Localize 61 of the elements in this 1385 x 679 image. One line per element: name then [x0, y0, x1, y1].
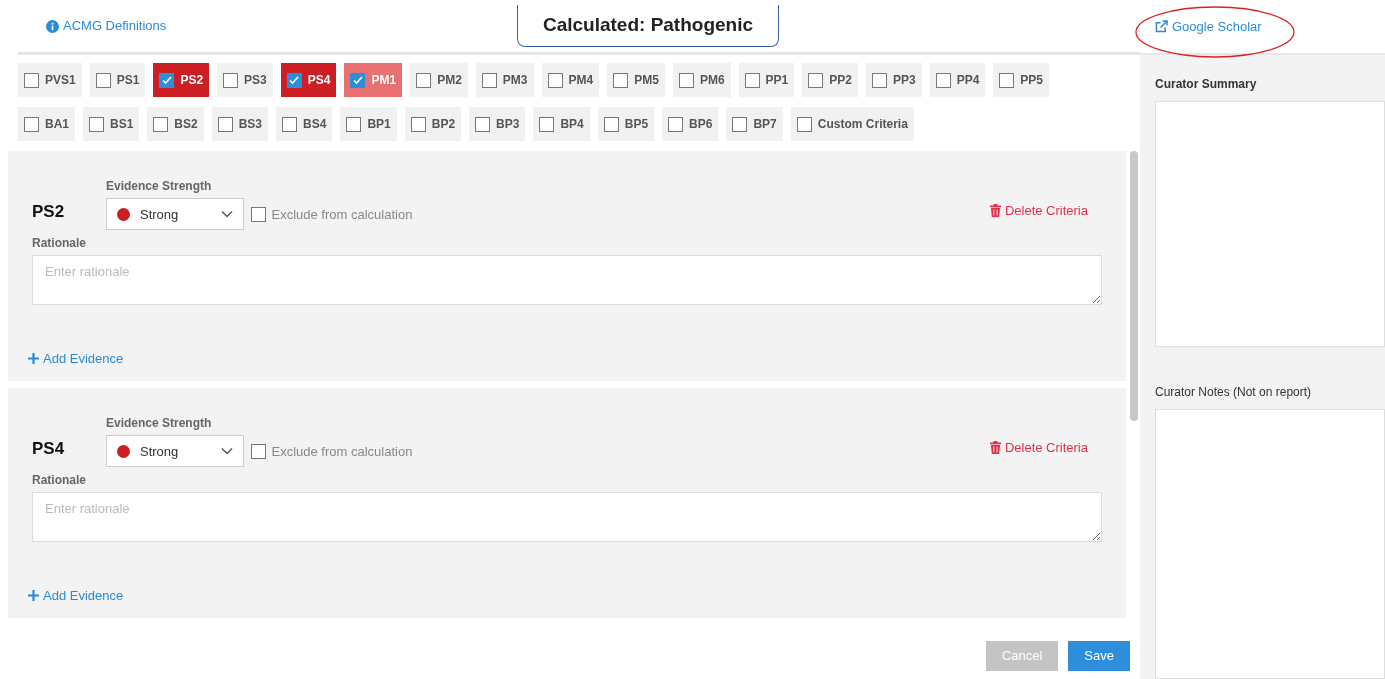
chevron-down-icon [221, 447, 233, 456]
criterion-checkbox[interactable]: PM6 [672, 63, 731, 97]
criterion-checkbox[interactable]: Custom Criteria [790, 107, 914, 141]
info-icon [46, 19, 59, 33]
checkmark-icon [288, 74, 301, 86]
curator-summary-label: Curator Summary [1154, 76, 1258, 93]
criterion-checkbox[interactable]: PS4 [280, 63, 337, 97]
add-evidence-link[interactable]: Add Evidence [28, 348, 124, 369]
criterion-checkbox[interactable]: BP4 [533, 107, 590, 141]
chevron-down-icon [221, 210, 233, 219]
curator-notes-label: Curator Notes (Not on report) [1154, 384, 1313, 401]
criterion-checkbox[interactable]: BP2 [404, 107, 462, 141]
criterion-checkbox[interactable]: PM4 [541, 63, 600, 97]
criterion-checkbox[interactable]: PP1 [738, 63, 795, 97]
checkmark-icon [160, 74, 173, 86]
plus-icon [28, 353, 39, 364]
criterion-checkbox[interactable]: BP3 [469, 107, 526, 141]
delete-criteria-link[interactable]: Delete Criteria [989, 201, 1088, 221]
curator-summary-field[interactable] [1155, 101, 1385, 347]
criterion-checkbox[interactable]: PS1 [89, 63, 146, 97]
criterion-checkbox[interactable]: PM3 [475, 63, 534, 97]
calculated-classification: Calculated: Pathogenic [517, 5, 779, 47]
criterion-checkbox[interactable]: BS2 [147, 107, 204, 141]
criterion-checkbox[interactable]: BS1 [83, 107, 140, 141]
strength-dropdown[interactable]: Strong [106, 198, 244, 231]
criterion-checkbox[interactable]: PS3 [217, 63, 273, 97]
strength-dropdown[interactable]: Strong [106, 435, 244, 468]
criterion-checkbox[interactable]: BP5 [597, 107, 655, 141]
rationale-field[interactable]: Enter rationale [32, 491, 1102, 542]
criterion-checkbox[interactable]: BP6 [662, 107, 719, 141]
rationale-label: Rationale [32, 234, 87, 252]
external-link-icon [1155, 20, 1168, 33]
criterion-checkbox[interactable]: BS3 [211, 107, 269, 141]
criterion-checkbox[interactable]: PM5 [607, 63, 665, 97]
criterion-checkbox[interactable]: BA1 [18, 107, 75, 141]
evidence-strength-label: Evidence Strength [106, 415, 213, 432]
criterion-checkbox[interactable]: PP2 [802, 63, 858, 97]
save-button[interactable]: Save [1068, 641, 1130, 671]
add-evidence-link[interactable]: Add Evidence [28, 585, 124, 606]
rationale-field[interactable]: Enter rationale [32, 254, 1102, 305]
curator-notes-field[interactable] [1155, 409, 1385, 679]
rationale-label: Rationale [32, 471, 87, 489]
criterion-checkbox[interactable]: PP4 [929, 63, 986, 97]
scrollbar[interactable] [1130, 151, 1138, 421]
criterion-title: PS4 [32, 438, 66, 460]
criterion-checkbox[interactable]: PP3 [865, 63, 922, 97]
criterion-checkbox[interactable]: PM2 [410, 63, 468, 97]
delete-criteria-link[interactable]: Delete Criteria [989, 438, 1088, 458]
trash-icon [989, 441, 1001, 455]
criterion-checkbox[interactable]: BP7 [726, 107, 783, 141]
criterion-checkbox[interactable]: PP5 [993, 63, 1049, 97]
checkmark-icon [351, 74, 364, 86]
evidence-strength-label: Evidence Strength [106, 178, 213, 195]
criterion-checkbox[interactable]: BS4 [276, 107, 333, 141]
definitions-link[interactable]: ACMG Definitions [46, 16, 167, 36]
criterion-checkbox[interactable]: BP1 [340, 107, 397, 141]
trash-icon [989, 204, 1001, 218]
criterion-checkbox[interactable]: PS2 [153, 63, 210, 97]
criterion-title: PS2 [32, 201, 66, 223]
criterion-checkbox[interactable]: PVS1 [18, 63, 82, 97]
plus-icon [28, 590, 39, 601]
